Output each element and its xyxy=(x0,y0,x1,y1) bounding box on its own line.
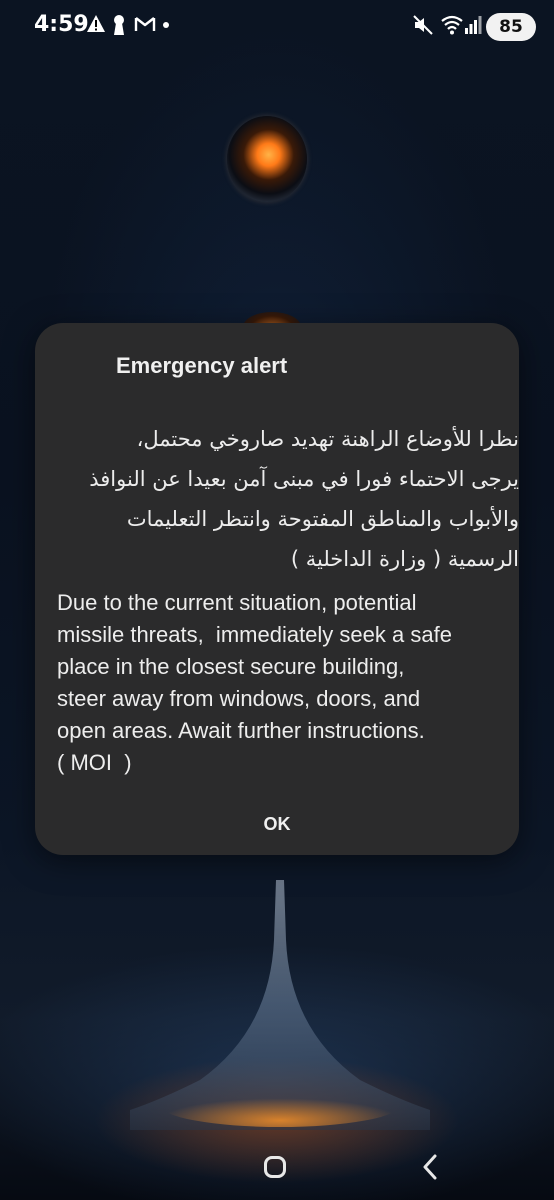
alert-title: Emergency alert xyxy=(116,353,288,378)
signal-icon xyxy=(465,16,482,34)
emergency-alert-dialog: Emergency alert نظرا للأوضاع الراهنة تهد… xyxy=(35,323,519,855)
battery-level: 85 xyxy=(499,17,523,37)
alert-english-line: place in the closest secure building, xyxy=(57,654,405,679)
ok-button[interactable]: OK xyxy=(227,805,327,843)
alert-english-line: steer away from windows, doors, and xyxy=(57,686,421,711)
home-icon[interactable] xyxy=(264,1156,286,1178)
dot-icon xyxy=(163,22,169,28)
alert-message-arabic: نظرا للأوضاع الراهنة تهديد صاروخي محتمل،… xyxy=(59,419,519,579)
water-drop-image xyxy=(227,116,307,202)
gmail-icon xyxy=(134,17,156,31)
water-splash-image xyxy=(130,880,430,1130)
alert-arabic-line: والأبواب والمناطق المفتوحة وانتظر التعلي… xyxy=(126,507,519,531)
alert-english-line: Due to the current situation, potential xyxy=(57,590,417,615)
alert-arabic-line: نظرا للأوضاع الراهنة تهديد صاروخي محتمل، xyxy=(136,427,519,451)
alert-english-line: missile threats, immediately seek a safe xyxy=(57,622,452,647)
alert-message-english: Due to the current situation, potential … xyxy=(57,587,507,779)
back-icon[interactable] xyxy=(420,1154,440,1180)
alert-english-line: open areas. Await further instructions. xyxy=(57,718,425,743)
warning-icon xyxy=(87,15,105,32)
alert-arabic-line: يرجى الاحتماء فورا في مبنى آمن بعيدا عن … xyxy=(89,467,519,491)
status-time: 4:59 xyxy=(34,12,89,37)
wifi-icon xyxy=(441,15,463,35)
status-bar: 4:59 85 xyxy=(0,0,554,56)
keyhole-icon xyxy=(114,15,124,35)
lock-screen: 4:59 85 Emergency alert نظرا للأوضاع الر… xyxy=(0,0,554,1200)
alert-english-line: ( MOI ) xyxy=(57,750,132,775)
battery-icon: 85 xyxy=(486,13,536,41)
alert-arabic-line: الرسمية ( وزارة الداخلية ) xyxy=(290,547,519,571)
mute-icon xyxy=(413,15,433,35)
